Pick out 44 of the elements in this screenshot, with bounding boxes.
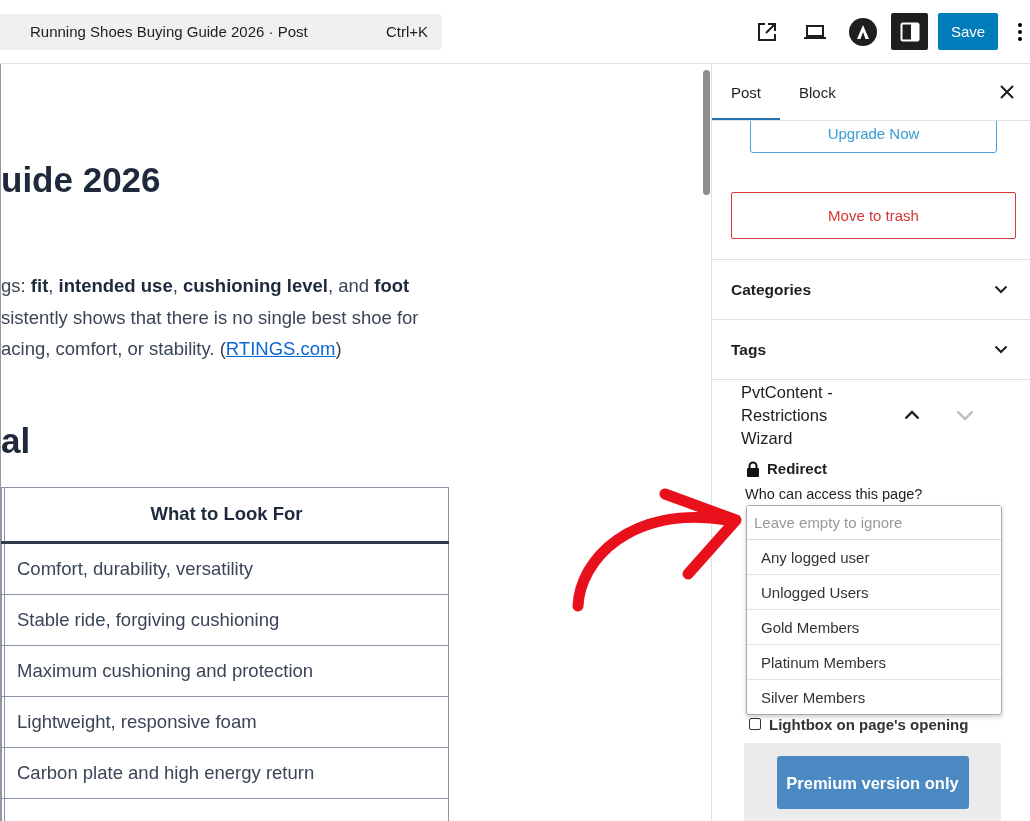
move-down-icon [956,409,974,421]
column-header: What to Look For [4,487,449,542]
sidebar-tab[interactable]: Post [712,64,780,120]
field-label: Who can access this page? [745,486,924,502]
table-cell: Maximum cushioning and protection [4,645,449,696]
close-icon[interactable] [1000,85,1014,99]
dropdown-option[interactable]: Any logged user [747,540,1001,575]
trash-button[interactable]: Move to trash [731,192,1016,239]
save-button[interactable]: Save [938,13,998,50]
external-link-icon[interactable] [757,21,777,42]
logo-icon[interactable] [848,16,878,47]
panel-title: Categories [731,280,812,299]
table-cell: Carbon plate and high energy return [4,747,449,798]
chevron-down-icon[interactable] [994,285,1008,294]
dropdown-option[interactable]: Platinum Members [747,645,1001,680]
post-heading: uide 2026 [1,160,162,200]
checkbox[interactable] [749,718,761,730]
table-cell: Stable ride, forgiving cushioning [4,594,449,645]
dropdown-option[interactable]: Silver Members [747,680,1001,714]
sidebar-icon [899,21,920,42]
section-heading: al [1,420,32,461]
lock-icon [746,460,760,477]
table-cell: Lightweight, responsive foam [4,696,449,747]
redirect-label: Redirect [767,460,828,477]
panel-header[interactable]: Categories [712,259,1030,319]
chevron-up-icon[interactable] [904,410,920,420]
panel-header[interactable]: Tags [712,319,1030,379]
panel-title: Tags [731,340,767,359]
checkbox-label: Lightbox on page's opening [769,715,969,733]
premium-button[interactable]: Premium version only [776,756,969,809]
access-input[interactable]: Leave empty to ignore [747,506,1001,540]
sidebar-tab[interactable]: Block [780,64,855,120]
dropdown-option[interactable]: Gold Members [747,610,1001,645]
chevron-down-icon[interactable] [994,345,1008,354]
dropdown-option[interactable]: Unlogged Users [747,575,1001,610]
sidebar-toggle[interactable] [891,13,928,50]
laptop-icon[interactable] [803,23,827,40]
command-search[interactable]: Running Shoes Buying Guide 2026 · Post Ctrl+K [0,13,442,50]
scrollbar-thumb[interactable] [703,70,710,195]
table-cell: Comfort, durability, versatility [4,542,449,594]
panel-title: PvtContent - Restrictions Wizard [741,382,834,449]
more-options-icon[interactable] [1018,22,1022,41]
source-link[interactable]: RTINGS.com [225,338,336,359]
paragraph: gs: fit, intended use, cushioning level, and foot sistently shows that there is no single best shoe for acing, comfort, or stability. (RTINGS.com) [1,274,420,361]
